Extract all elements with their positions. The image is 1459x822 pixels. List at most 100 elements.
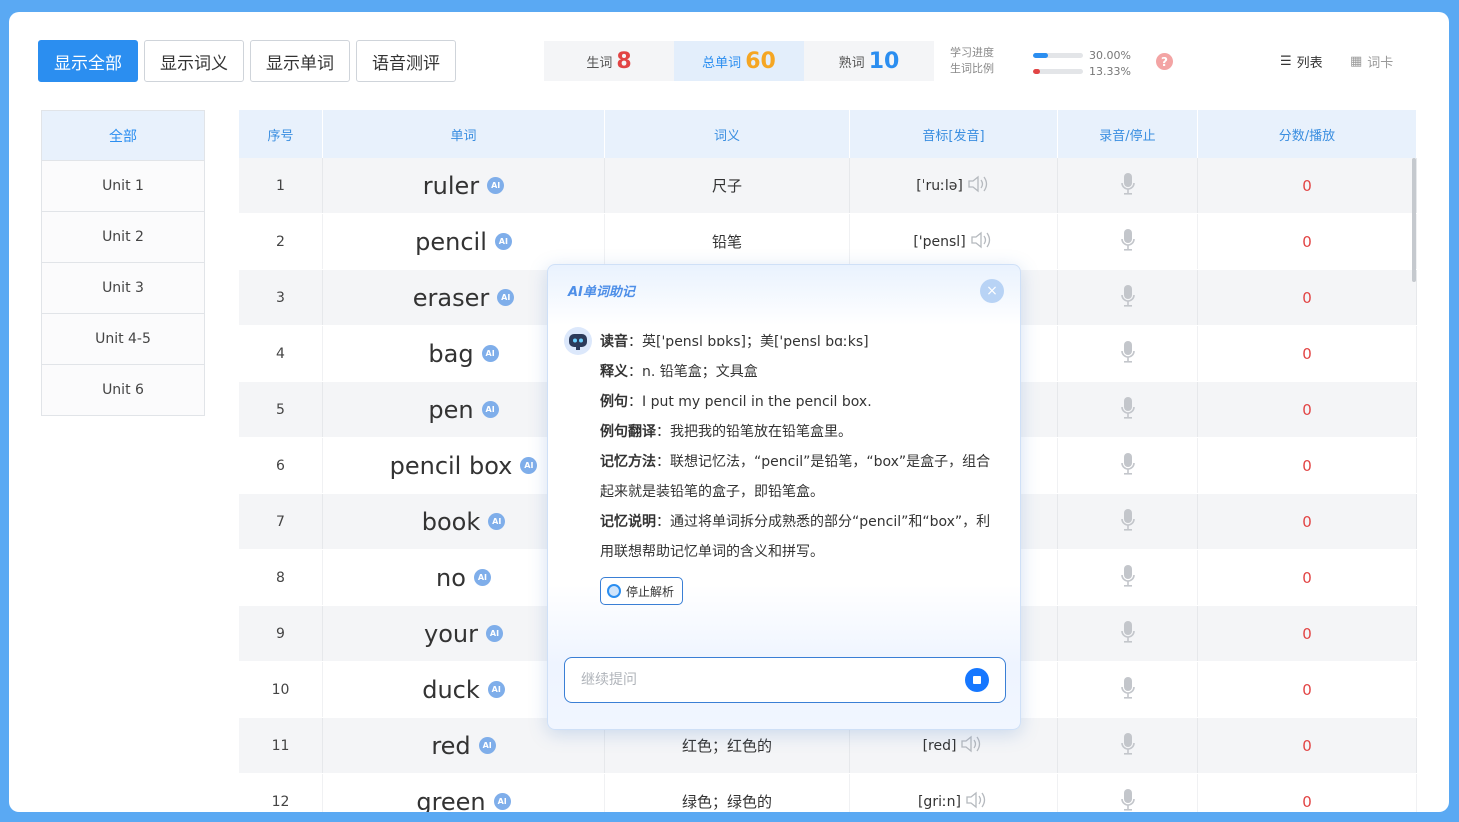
microphone-icon[interactable] <box>1120 508 1135 535</box>
score-value[interactable]: 0 <box>1302 513 1312 531</box>
new-ratio-value: 13.33% <box>1089 64 1131 78</box>
progress-bars: 30.00% 13.33% <box>1033 47 1173 79</box>
microphone-icon[interactable] <box>1120 732 1135 759</box>
loading-spinner-icon <box>607 584 621 598</box>
speaker-icon[interactable] <box>960 735 984 757</box>
word-text[interactable]: book <box>422 508 481 536</box>
word-text[interactable]: pen <box>428 396 473 424</box>
score-value[interactable]: 0 <box>1302 401 1312 419</box>
speaker-icon[interactable] <box>965 791 989 813</box>
ai-badge-icon[interactable]: AI <box>481 345 499 362</box>
microphone-icon[interactable] <box>1120 676 1135 703</box>
word-meaning: 尺子 <box>711 177 742 195</box>
stop-send-button[interactable] <box>965 668 989 692</box>
help-icon[interactable]: ? <box>1156 53 1173 70</box>
word-text[interactable]: pencil box <box>390 452 513 480</box>
new-word-label: 生词 <box>586 55 613 71</box>
ai-badge-icon[interactable]: AI <box>485 625 503 642</box>
word-text[interactable]: your <box>424 620 478 648</box>
word-text[interactable]: ruler <box>423 172 479 200</box>
row-index: 10 <box>271 681 290 698</box>
score-value[interactable]: 0 <box>1302 793 1312 811</box>
score-value[interactable]: 0 <box>1302 457 1312 475</box>
translation-text: ：我把我的铅笔放在铅笔盒里。 <box>656 424 852 440</box>
word-text[interactable]: red <box>431 732 470 760</box>
filter-show-meaning-button[interactable]: 显示词义 <box>144 40 244 82</box>
word-text[interactable]: no <box>436 564 466 592</box>
follow-up-question-input[interactable] <box>581 672 965 688</box>
word-text[interactable]: duck <box>422 676 480 704</box>
speaker-icon[interactable] <box>967 175 991 197</box>
filter-speech-eval-button[interactable]: 语音测评 <box>356 40 456 82</box>
total-word-count[interactable]: 总单词 60 <box>674 41 804 81</box>
example-label: 例句 <box>600 394 628 410</box>
meaning-text: ：n. 铅笔盒；文具盒 <box>628 364 758 380</box>
score-value[interactable]: 0 <box>1302 289 1312 307</box>
sidebar-item-all[interactable]: 全部 <box>41 110 205 161</box>
word-text[interactable]: bag <box>428 340 473 368</box>
stop-analysis-button[interactable]: 停止解析 <box>600 577 684 605</box>
toolbar: 显示全部 显示词义 显示单词 语音测评 生词 8 总单词 60 熟词 10 学习… <box>9 12 1449 110</box>
card-view-toggle[interactable]: ▦ 词卡 <box>1350 52 1393 71</box>
score-value[interactable]: 0 <box>1302 737 1312 755</box>
sidebar-item-unit[interactable]: Unit 1 <box>41 161 205 212</box>
microphone-icon[interactable] <box>1120 620 1135 647</box>
microphone-icon[interactable] <box>1120 228 1135 255</box>
study-progress-label: 学习进度 <box>950 46 994 59</box>
ai-badge-icon[interactable]: AI <box>487 177 505 194</box>
word-meaning: 红色；红色的 <box>681 737 772 755</box>
word-text[interactable]: eraser <box>413 284 489 312</box>
study-progress-bar <box>1033 52 1083 58</box>
word-text[interactable]: pencil <box>415 228 487 256</box>
score-value[interactable]: 0 <box>1302 177 1312 195</box>
known-word-count[interactable]: 熟词 10 <box>804 41 934 81</box>
note-label: 记忆说明 <box>600 514 656 530</box>
speaker-icon[interactable] <box>970 231 994 253</box>
filter-show-word-button[interactable]: 显示单词 <box>250 40 350 82</box>
phonetic-text: [ˈruːlə] <box>916 177 963 194</box>
note-text: ：通过将单词拆分成熟悉的部分“pencil”和“box”，利用联想帮助记忆单词的… <box>600 514 991 560</box>
header-phonetic: 音标[发音] <box>850 110 1058 158</box>
ai-badge-icon[interactable]: AI <box>487 681 505 698</box>
ai-badge-icon[interactable]: AI <box>520 457 538 474</box>
microphone-icon[interactable] <box>1120 396 1135 423</box>
microphone-icon[interactable] <box>1120 340 1135 367</box>
list-view-toggle[interactable]: ☰ 列表 <box>1280 52 1323 71</box>
ai-badge-icon[interactable]: AI <box>481 401 499 418</box>
score-value[interactable]: 0 <box>1302 233 1312 251</box>
sidebar-item-unit[interactable]: Unit 4-5 <box>41 314 205 365</box>
list-icon: ☰ <box>1280 54 1292 69</box>
filter-show-all-button[interactable]: 显示全部 <box>38 40 138 82</box>
sidebar-item-unit[interactable]: Unit 3 <box>41 263 205 314</box>
sidebar-item-unit[interactable]: Unit 6 <box>41 365 205 416</box>
row-index: 7 <box>276 513 285 530</box>
microphone-icon[interactable] <box>1120 452 1135 479</box>
row-index: 1 <box>276 177 285 194</box>
card-view-label: 词卡 <box>1367 56 1394 71</box>
score-value[interactable]: 0 <box>1302 569 1312 587</box>
sidebar-item-unit[interactable]: Unit 2 <box>41 212 205 263</box>
score-value[interactable]: 0 <box>1302 681 1312 699</box>
ai-badge-icon[interactable]: AI <box>473 569 491 586</box>
table-row[interactable]: 2 pencil AI 铅笔 ['pensl] 0 <box>239 214 1417 270</box>
score-value[interactable]: 0 <box>1302 625 1312 643</box>
table-row[interactable]: 12 green AI 绿色；绿色的 [griːn] 0 <box>239 774 1417 812</box>
word-text[interactable]: green <box>416 788 485 813</box>
header-word: 单词 <box>323 110 605 158</box>
header-index: 序号 <box>239 110 323 158</box>
ai-badge-icon[interactable]: AI <box>494 233 512 250</box>
row-index: 4 <box>276 345 285 362</box>
table-row[interactable]: 1 ruler AI 尺子 [ˈruːlə] 0 <box>239 158 1417 214</box>
ai-badge-icon[interactable]: AI <box>478 737 496 754</box>
microphone-icon[interactable] <box>1120 284 1135 311</box>
microphone-icon[interactable] <box>1120 788 1135 813</box>
table-scrollbar[interactable] <box>1412 158 1416 282</box>
ai-badge-icon[interactable]: AI <box>493 793 511 810</box>
microphone-icon[interactable] <box>1120 564 1135 591</box>
close-icon[interactable]: × <box>980 279 1004 303</box>
ai-badge-icon[interactable]: AI <box>497 289 515 306</box>
ai-badge-icon[interactable]: AI <box>488 513 506 530</box>
new-word-count[interactable]: 生词 8 <box>544 41 674 81</box>
score-value[interactable]: 0 <box>1302 345 1312 363</box>
microphone-icon[interactable] <box>1120 172 1135 199</box>
